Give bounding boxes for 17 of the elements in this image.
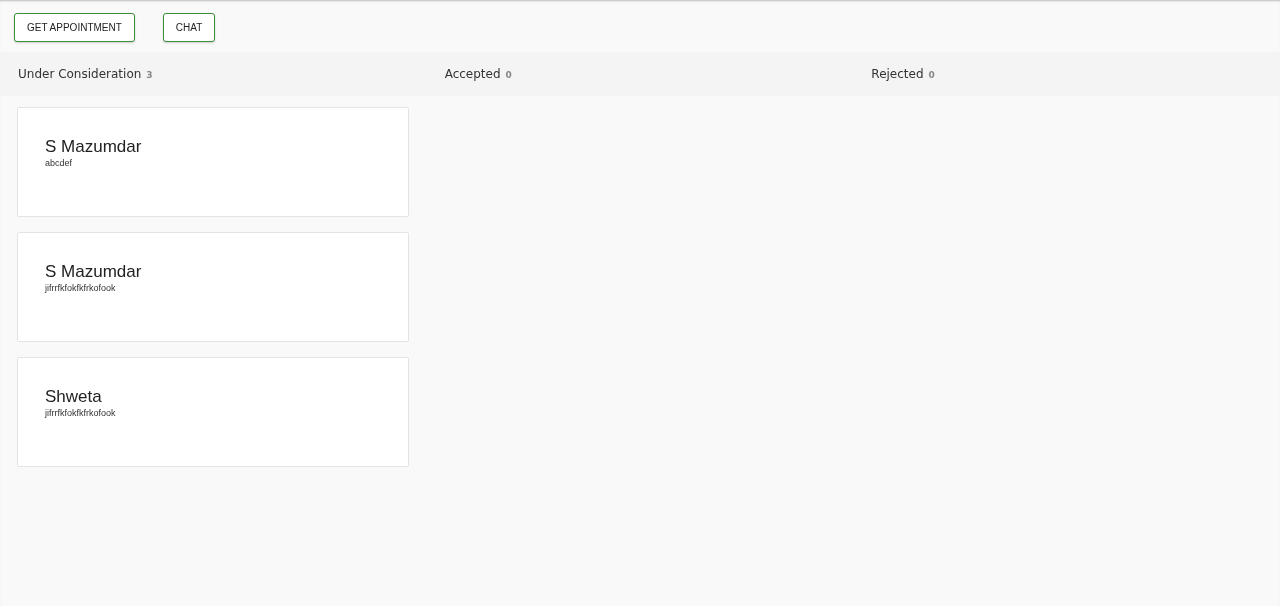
- lane-title: Rejected: [871, 67, 924, 81]
- lane-title: Under Consideration: [18, 67, 142, 81]
- candidate-card[interactable]: S Mazumdar jifrrfkfokfkfrkofook: [17, 232, 409, 342]
- lane-title: Accepted: [444, 67, 501, 81]
- candidate-name: S Mazumdar: [45, 262, 143, 282]
- toolbar-button[interactable]: GET APPOINTMENT: [14, 13, 135, 42]
- candidate-name: Shweta: [45, 387, 103, 407]
- lane-count: 0: [928, 70, 935, 80]
- candidate-card[interactable]: Shweta jifrrfkfokfkfrkofook: [17, 357, 409, 467]
- toolbar-button[interactable]: CHAT: [162, 13, 216, 42]
- lane-count: 3: [146, 70, 153, 80]
- candidate-card[interactable]: S Mazumdar abcdef: [17, 107, 409, 217]
- candidate-note: abcdef: [45, 158, 74, 168]
- candidate-note: jifrrfkfokfkfrkofook: [45, 408, 117, 418]
- candidate-note: jifrrfkfokfkfrkofook: [45, 283, 117, 293]
- candidate-name: S Mazumdar: [45, 137, 143, 157]
- lane-count: 0: [505, 70, 512, 80]
